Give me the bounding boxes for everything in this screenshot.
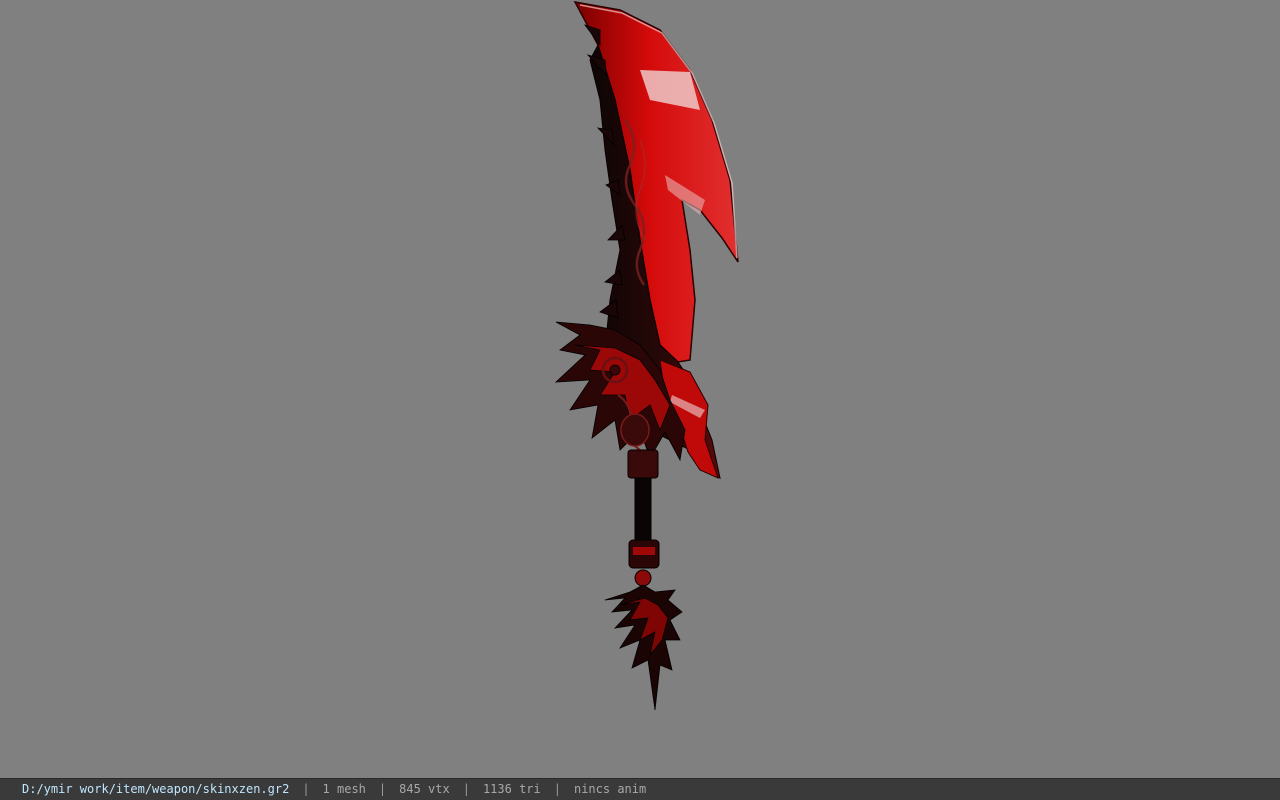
status-bar: D:/ymir work/item/weapon/skinxzen.gr2 | 1 … [0, 778, 1280, 800]
vertex-count: 845 vtx [399, 782, 450, 796]
status-separator: | [378, 782, 387, 796]
status-separator: | [553, 782, 561, 796]
handle-collar [627, 449, 659, 479]
status-separator: | [462, 782, 470, 796]
weapon-model [554, 0, 739, 711]
handle-ring-red [633, 547, 655, 555]
handle-grip [634, 477, 652, 541]
3d-viewport[interactable] [0, 0, 1280, 778]
pommel-tassel [604, 584, 683, 711]
animation-status: nincs anim [573, 782, 647, 796]
file-path: D:/ymir work/item/weapon/skinxzen.gr2 [22, 782, 290, 796]
pommel-knob [634, 569, 652, 587]
mesh-count: 1 mesh [322, 782, 366, 796]
status-separator: | [302, 782, 310, 796]
triangle-count: 1136 tri [482, 782, 541, 796]
